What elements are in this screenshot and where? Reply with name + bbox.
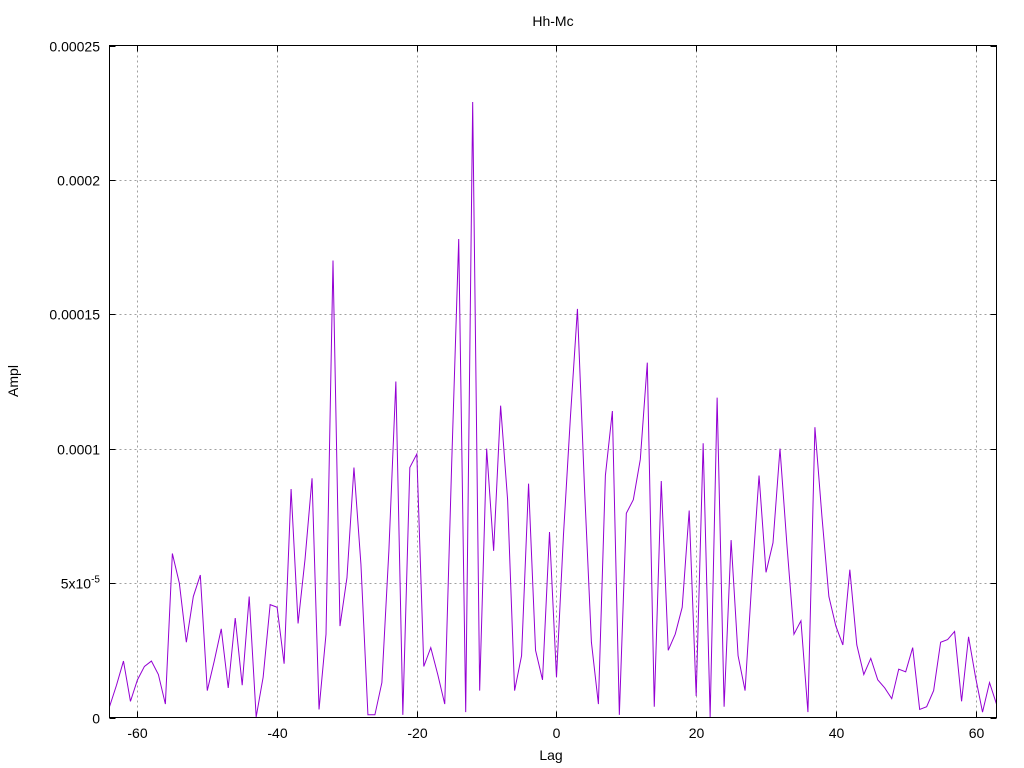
y-tick-label: 0.00025 xyxy=(49,39,100,55)
x-tick-label: 40 xyxy=(829,725,845,741)
y-tick-label-text: 5x10 xyxy=(61,576,92,592)
y-tick-label: 0 xyxy=(92,711,100,727)
y-tick-label: 0.0001 xyxy=(57,442,100,458)
x-tick-labels: -60 -40 -20 0 20 40 60 xyxy=(127,725,984,741)
x-tick-label: -60 xyxy=(127,725,147,741)
x-tick-label: -20 xyxy=(407,725,427,741)
y-axis-label: Ampl xyxy=(5,365,21,397)
x-axis-label: Lag xyxy=(539,747,562,763)
chart-title: Hh-Mc xyxy=(532,13,573,29)
series-line xyxy=(109,101,997,718)
y-tick-label-text: 0.0001 xyxy=(57,442,100,458)
x-tick-label: 0 xyxy=(553,725,561,741)
y-tick-label: 0.00015 xyxy=(49,307,100,323)
y-tick-label-text: 0.0002 xyxy=(57,173,100,189)
y-tick-label-text: 0 xyxy=(92,711,100,727)
y-tick-label: 5x10-5 xyxy=(61,575,101,592)
tick-marks xyxy=(109,45,997,719)
y-tick-label: 0.0002 xyxy=(57,173,100,189)
y-tick-labels: 0 5x10-5 0.0001 0.00015 0.0002 0.00025 xyxy=(49,39,100,727)
chart: -60 -40 -20 0 20 40 60 0 5x10-5 0.0001 0.00015 0.0… xyxy=(5,13,997,763)
plot-frame xyxy=(109,45,997,718)
grid-lines xyxy=(109,45,997,718)
x-tick-label: -40 xyxy=(267,725,287,741)
y-tick-label-text: 0.00025 xyxy=(49,39,100,55)
y-tick-label-exponent: -5 xyxy=(91,575,100,586)
x-tick-label: 20 xyxy=(689,725,705,741)
x-tick-label: 60 xyxy=(969,725,985,741)
y-tick-label-text: 0.00015 xyxy=(49,307,100,323)
